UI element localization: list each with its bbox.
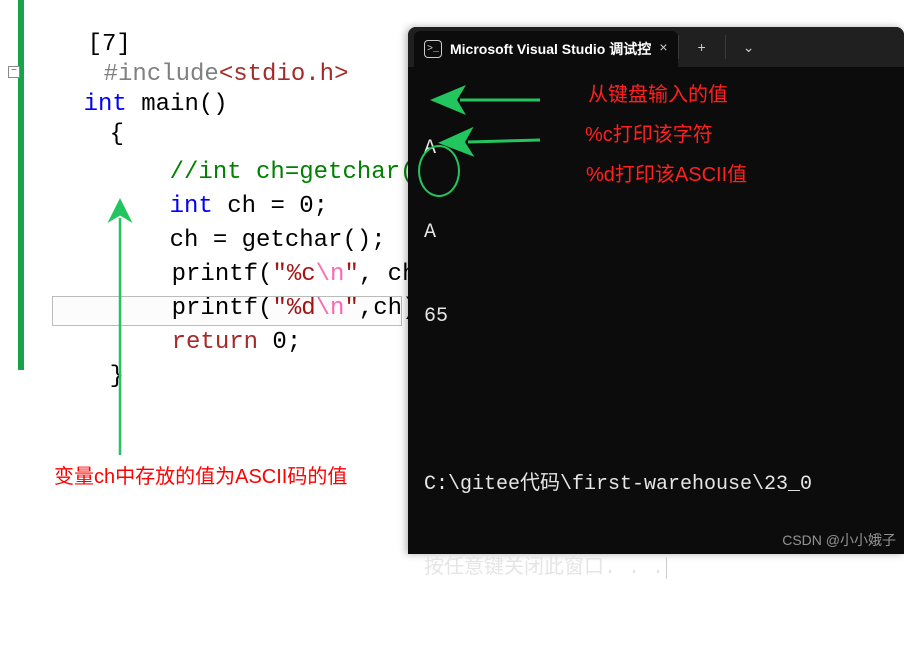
terminal-body[interactable]: A A 65 C:\gitee代码\first-warehouse\23_0 按…: [408, 67, 904, 651]
watermark: CSDN @小小娥子: [782, 530, 896, 550]
fold-toggle-icon[interactable]: −: [8, 66, 20, 78]
terminal-output-3: 65: [424, 303, 888, 331]
annotation-percent-d: %d打印该ASCII值: [586, 158, 747, 187]
code-line-brace-close: }: [52, 332, 124, 422]
terminal-icon: >_: [424, 40, 442, 58]
tab-close-icon[interactable]: ×: [659, 41, 667, 57]
terminal-path: C:\gitee代码\first-warehouse\23_0: [424, 471, 888, 499]
annotation-variable-note: 变量ch中存放的值为ASCII码的值: [54, 460, 347, 489]
terminal-titlebar: >_ Microsoft Visual Studio 调试控 × + ⌄: [408, 27, 904, 67]
new-tab-button[interactable]: +: [679, 27, 725, 67]
annotation-input-value: 从键盘输入的值: [588, 78, 728, 107]
terminal-output-2: A: [424, 219, 888, 247]
change-indicator-bar: [18, 0, 24, 370]
code-line-return: return 0;: [114, 298, 301, 388]
terminal-prompt: 按任意键关闭此窗口. . .: [424, 555, 888, 583]
terminal-blank: [424, 387, 888, 415]
terminal-caret: [666, 557, 667, 579]
highlight-circle: [418, 145, 460, 197]
tab-dropdown-icon[interactable]: ⌄: [726, 27, 772, 67]
terminal-tab-title: Microsoft Visual Studio 调试控: [450, 39, 651, 59]
terminal-tab[interactable]: >_ Microsoft Visual Studio 调试控 ×: [414, 31, 678, 67]
annotation-percent-c: %c打印该字符: [585, 118, 713, 147]
